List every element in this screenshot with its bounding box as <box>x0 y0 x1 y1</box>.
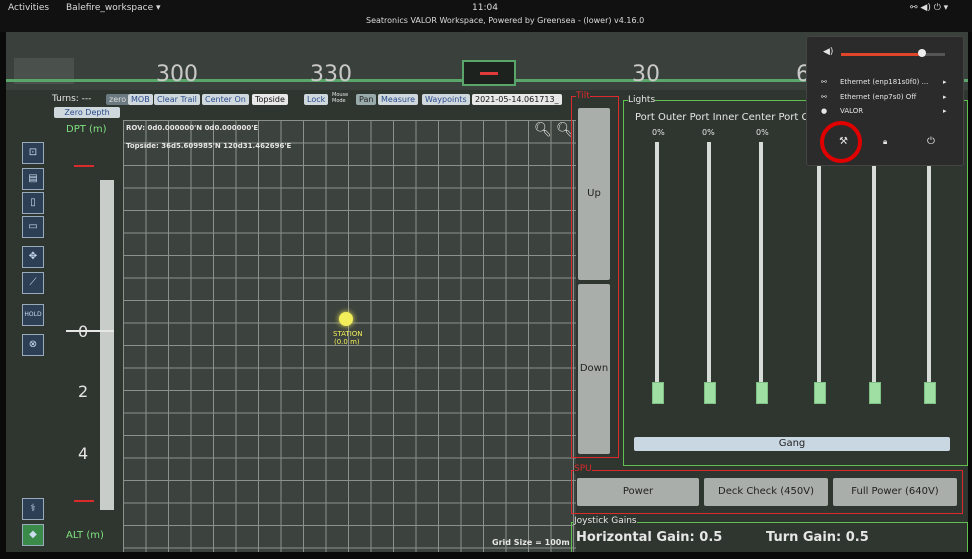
power-button[interactable]: Power <box>577 478 699 506</box>
user-icon: ● <box>821 107 828 115</box>
probe-icon[interactable]: ⟋ <box>22 272 44 294</box>
pan-button[interactable]: Pan <box>356 94 377 105</box>
depth-label: DPT (m) <box>66 124 107 135</box>
center-on-button[interactable]: Center On <box>202 94 249 105</box>
tilt-down-button[interactable]: Down <box>578 284 610 454</box>
tilt-view-icon[interactable]: ▤ <box>22 168 44 190</box>
lock-button[interactable]: Lock <box>304 94 329 105</box>
altitude-label: ALT (m) <box>66 530 104 541</box>
depth-limit-marker <box>74 165 94 167</box>
light-slider-track[interactable] <box>817 142 821 402</box>
activities-button[interactable]: Activities <box>8 3 49 13</box>
light-slider-handle[interactable] <box>652 382 664 404</box>
system-top-bar: Activities Balefire_workspace ▾ 11:04 Se… <box>0 0 972 32</box>
light-slider-handle[interactable] <box>704 382 716 404</box>
depth-mark: 2 <box>78 382 89 401</box>
waypoints-button[interactable]: Waypoints <box>422 94 470 105</box>
light-slider-track[interactable] <box>759 142 763 402</box>
light-percent: 0% <box>652 128 665 137</box>
move-icon[interactable]: ✥ <box>22 246 44 268</box>
side-view-icon[interactable]: ▯ <box>22 192 44 214</box>
chevron-right-icon: ▸ <box>943 107 947 115</box>
lock-screen-icon[interactable]: 🔒︎ <box>883 137 887 147</box>
heading-tick-label: 30 <box>632 62 660 87</box>
light-percent: 0% <box>702 128 715 137</box>
user-item[interactable]: VALOR <box>840 107 863 115</box>
tilt-up-button[interactable]: Up <box>578 108 610 280</box>
zoom-in-icon[interactable]: 🔍︎ <box>534 122 552 138</box>
heading-tick-label: 330 <box>310 62 352 87</box>
light-slider-handle[interactable] <box>924 382 936 404</box>
light-slider-handle[interactable] <box>869 382 881 404</box>
station-marker-icon[interactable] <box>339 312 353 326</box>
grid-size-label: Grid Size = 100m <box>492 538 570 547</box>
system-status-icons[interactable]: ⚯ ◀) ⏻ ▾ <box>910 3 948 13</box>
volume-level <box>841 53 923 56</box>
ethernet-2-item[interactable]: Ethernet (enp7s0) Off <box>840 93 916 101</box>
mob-button[interactable]: MOB <box>128 94 153 105</box>
light-percent: 0% <box>756 128 769 137</box>
ethernet-1-item[interactable]: Ethernet (enp181s0f0) ... <box>840 78 928 86</box>
depth-zero-tick <box>66 330 114 332</box>
workspace-menu[interactable]: Balefire_workspace ▾ <box>66 3 161 13</box>
light-slider-handle[interactable] <box>814 382 826 404</box>
light-slider-track[interactable] <box>872 142 876 402</box>
station-label: STATION <box>333 330 363 338</box>
highlight-circle <box>820 121 862 163</box>
deck-check-button[interactable]: Deck Check (450V) <box>704 478 828 506</box>
volume-icon: ◀) <box>823 47 834 57</box>
joystick-gains-title: Joystick Gains <box>574 516 637 526</box>
diagnostics-icon[interactable]: ⚕ <box>22 498 44 520</box>
measure-button[interactable]: Measure <box>378 94 418 105</box>
chevron-right-icon: ▸ <box>943 93 947 101</box>
horizontal-gain: Horizontal Gain: 0.5 <box>576 530 723 545</box>
volume-slider[interactable] <box>841 53 945 56</box>
lights-headers: Port Outer Port Inner Center Port Cer <box>635 112 819 123</box>
center-on-select[interactable]: Topside <box>252 94 288 105</box>
turn-gain: Turn Gain: 0.5 <box>766 530 869 545</box>
turns-counter: Turns: --- <box>52 94 92 104</box>
clear-trail-button[interactable]: Clear Trail <box>154 94 200 105</box>
zero-depth-button[interactable]: Zero Depth <box>54 107 120 118</box>
zero-turns-button[interactable]: zero <box>106 94 130 105</box>
log-date-select[interactable]: 2021-05-14.061713_ <box>472 94 562 105</box>
vehicle-view-icon[interactable]: ⊡ <box>22 142 44 164</box>
altitude-limit-marker <box>74 500 94 502</box>
gang-button[interactable]: Gang <box>634 437 950 451</box>
depth-bar <box>100 180 114 510</box>
window-title: Seatronics VALOR Workspace, Powered by G… <box>366 16 645 25</box>
topside-position: Topside: 36d5.609985'N 120d31.462696'E <box>126 142 292 150</box>
direction-pad-icon[interactable]: ◆ <box>22 524 44 546</box>
network-icon: ⚯ <box>821 93 827 101</box>
rov-position: ROV: 0d0.000000'N 0d0.000000'E <box>126 124 259 132</box>
network-icon: ⚯ <box>821 78 827 86</box>
light-slider-track[interactable] <box>707 142 711 402</box>
full-power-button[interactable]: Full Power (640V) <box>833 478 957 506</box>
thruster-icon[interactable]: ⊗ <box>22 334 44 356</box>
tilt-title: Tilt <box>576 91 590 101</box>
hold-icon[interactable]: HOLD <box>22 304 44 326</box>
power-off-icon[interactable]: ⏻ <box>927 136 935 147</box>
heading-indicator-mark <box>480 72 498 75</box>
camera-icon[interactable]: ▭ <box>22 216 44 238</box>
chevron-right-icon: ▸ <box>943 78 947 86</box>
depth-mark: 4 <box>78 444 89 463</box>
depth-mark: 0 <box>78 322 89 341</box>
light-slider-track[interactable] <box>655 142 659 402</box>
system-menu: ◀) ⚯ Ethernet (enp181s0f0) ... ▸ ⚯ Ether… <box>806 36 964 166</box>
lights-title: Lights <box>628 95 656 105</box>
station-depth: (0.0 m) <box>334 338 360 346</box>
light-slider-handle[interactable] <box>756 382 768 404</box>
valor-app: 300 330 30 6 Turns: --- zero MOB Clear T… <box>6 32 968 552</box>
clock[interactable]: 11:04 <box>472 3 498 13</box>
heading-indicator <box>462 60 516 86</box>
heading-tick-label: 300 <box>156 62 198 87</box>
mouse-mode-label: Mouse Mode <box>332 92 349 104</box>
light-slider-track[interactable] <box>927 142 931 402</box>
spu-title: SPU <box>574 464 592 474</box>
